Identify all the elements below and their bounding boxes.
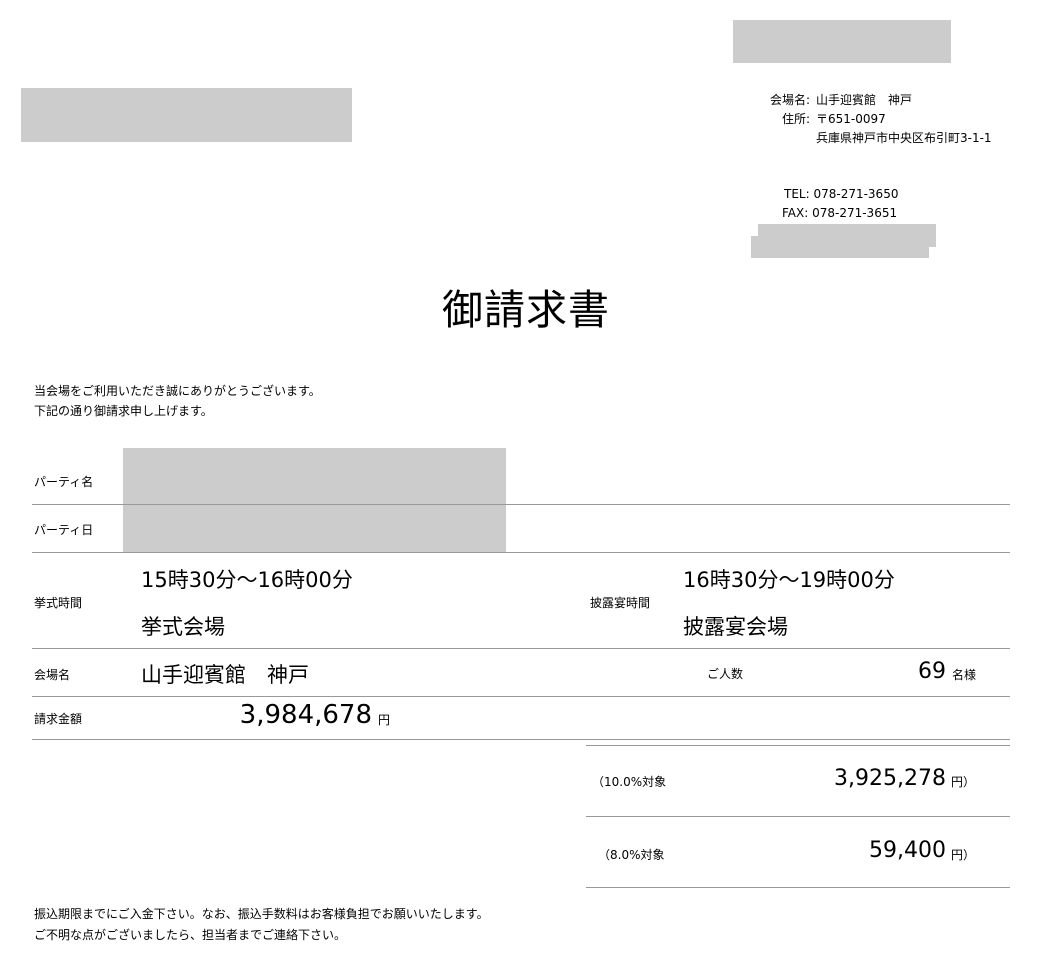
row-divider bbox=[32, 648, 1010, 649]
row-divider bbox=[32, 696, 1010, 697]
venue-label: 会場名 bbox=[34, 668, 71, 682]
row-divider bbox=[32, 504, 1010, 505]
redacted-recipient bbox=[21, 88, 352, 142]
venue-name-value: 山手迎賓館 神戸 bbox=[141, 663, 309, 687]
venue-address-label: 住所: bbox=[781, 112, 810, 126]
footer-line-1: 振込期限までにご入金下さい。なお、振込手数料はお客様負担でお願いいたします。 bbox=[34, 907, 489, 921]
redacted-contact-2 bbox=[751, 236, 929, 258]
ceremony-time-label: 挙式時間 bbox=[34, 596, 83, 610]
row-divider bbox=[586, 739, 1010, 740]
tax8-amount: 59,400 bbox=[869, 838, 946, 863]
page-title: 御請求書 bbox=[442, 286, 610, 334]
tax-divider bbox=[586, 816, 1010, 817]
party-name-label: パーティ名 bbox=[34, 475, 94, 489]
venue-postal: 〒651-0097 bbox=[816, 112, 886, 126]
reception-time: 16時30分～19時00分 bbox=[683, 568, 895, 592]
ceremony-place: 挙式会場 bbox=[141, 615, 225, 639]
greeting-line-1: 当会場をご利用いただき誠にありがとうございます。 bbox=[34, 384, 321, 398]
footer-line-2: ご不明な点がございましたら、担当者までご連絡下さい。 bbox=[34, 928, 347, 942]
tax10-amount: 3,925,278 bbox=[834, 766, 946, 791]
guests-unit: 名様 bbox=[952, 668, 977, 682]
reception-time-label: 披露宴時間 bbox=[590, 596, 651, 610]
tax8-unit: 円） bbox=[951, 848, 976, 862]
row-divider bbox=[32, 739, 586, 740]
guests-label: ご人数 bbox=[707, 667, 744, 681]
redacted-logo bbox=[733, 20, 951, 63]
tax10-unit: 円） bbox=[951, 775, 976, 789]
amount-label: 請求金額 bbox=[34, 712, 83, 726]
venue-name: 山手迎賓館 神戸 bbox=[816, 93, 913, 107]
row-divider bbox=[32, 552, 1010, 553]
greeting-line-2: 下記の通り御請求申し上げます。 bbox=[34, 404, 213, 418]
amount-unit: 円 bbox=[378, 713, 391, 727]
guests-count: 69 bbox=[918, 659, 946, 684]
reception-place: 披露宴会場 bbox=[683, 615, 788, 639]
ceremony-time: 15時30分～16時00分 bbox=[141, 568, 353, 592]
venue-tel: TEL: 078-271-3650 bbox=[784, 187, 899, 201]
invoice-amount: 3,984,678 bbox=[239, 700, 372, 730]
tax8-label: （8.0%対象 bbox=[598, 848, 665, 862]
venue-fax: FAX: 078-271-3651 bbox=[782, 206, 898, 220]
tax-divider bbox=[586, 887, 1010, 888]
venue-name-label: 会場名: bbox=[769, 93, 810, 107]
venue-address: 兵庫県神戸市中央区布引町3-1-1 bbox=[816, 131, 992, 145]
tax-divider bbox=[586, 745, 1010, 746]
party-date-label: パーティ日 bbox=[34, 523, 94, 537]
tax10-label: （10.0%対象 bbox=[592, 775, 667, 789]
redacted-party-info bbox=[123, 448, 506, 552]
